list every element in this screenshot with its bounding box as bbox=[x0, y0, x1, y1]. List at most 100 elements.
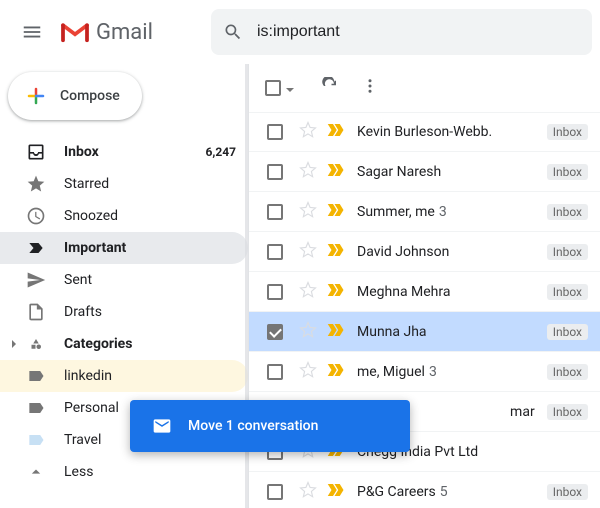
thread-count: 3 bbox=[439, 204, 447, 220]
important-icon bbox=[26, 238, 46, 258]
star-icon bbox=[26, 174, 46, 194]
important-marker[interactable] bbox=[327, 243, 345, 261]
chevron-down-icon[interactable] bbox=[285, 83, 295, 93]
sidebar-item-label: linkedin bbox=[64, 368, 236, 384]
sidebar-item-label: Snoozed bbox=[64, 208, 236, 224]
sidebar-item-sent[interactable]: Sent bbox=[0, 264, 248, 296]
gmail-m-icon bbox=[60, 20, 90, 44]
toast-text: Move 1 conversation bbox=[188, 418, 318, 434]
select-all[interactable] bbox=[265, 80, 295, 96]
compose-label: Compose bbox=[60, 88, 120, 104]
move-toast[interactable]: Move 1 conversation bbox=[130, 400, 410, 452]
inbox-badge: Inbox bbox=[547, 364, 588, 380]
email-row[interactable]: P&G Careers5 Inbox bbox=[249, 472, 600, 508]
star-button[interactable] bbox=[299, 281, 317, 303]
thread-count: 3 bbox=[429, 364, 437, 380]
gmail-logo[interactable]: Gmail bbox=[60, 20, 153, 45]
thread-count: 5 bbox=[440, 484, 448, 500]
star-button[interactable] bbox=[299, 241, 317, 263]
tag-icon bbox=[26, 398, 46, 418]
sidebar-item-label: Drafts bbox=[64, 304, 236, 320]
categories-icon bbox=[26, 334, 46, 354]
sidebar-item-label: Categories bbox=[64, 336, 248, 352]
sidebar-item-important[interactable]: Important bbox=[0, 232, 248, 264]
email-checkbox[interactable] bbox=[267, 364, 283, 380]
email-checkbox[interactable] bbox=[267, 204, 283, 220]
email-row[interactable]: Meghna Mehra Inbox bbox=[249, 272, 600, 312]
sidebar-item-categories[interactable]: Categories bbox=[0, 328, 248, 360]
gmail-logo-text: Gmail bbox=[96, 20, 153, 45]
email-row[interactable]: Summer, me3 Inbox bbox=[249, 192, 600, 232]
search-bar[interactable] bbox=[211, 9, 592, 55]
refresh-button[interactable] bbox=[321, 77, 339, 99]
caret-right-icon bbox=[8, 338, 20, 350]
star-button[interactable] bbox=[299, 161, 317, 183]
inbox-badge: Inbox bbox=[547, 244, 588, 260]
header: Gmail bbox=[0, 0, 600, 64]
important-marker[interactable] bbox=[327, 363, 345, 381]
sidebar-item-label: Starred bbox=[64, 176, 236, 192]
inbox-badge: Inbox bbox=[547, 164, 588, 180]
plus-icon bbox=[24, 84, 48, 108]
refresh-icon bbox=[321, 77, 339, 95]
search-input[interactable] bbox=[257, 23, 580, 41]
sender: Munna Jha bbox=[357, 324, 539, 340]
sidebar-item-inbox[interactable]: Inbox 6,247 bbox=[0, 136, 248, 168]
sidebar-item-less[interactable]: Less bbox=[0, 456, 248, 488]
sidebar-item-label: Important bbox=[64, 240, 236, 256]
important-marker[interactable] bbox=[327, 283, 345, 301]
more-button[interactable] bbox=[361, 77, 379, 99]
inbox-badge: Inbox bbox=[547, 404, 588, 420]
inbox-badge: Inbox bbox=[547, 124, 588, 140]
tag-icon bbox=[26, 366, 46, 386]
toolbar bbox=[249, 64, 600, 112]
important-marker[interactable] bbox=[327, 123, 345, 141]
compose-button[interactable]: Compose bbox=[8, 72, 142, 120]
email-checkbox[interactable] bbox=[267, 324, 283, 340]
important-marker[interactable] bbox=[327, 203, 345, 221]
email-checkbox[interactable] bbox=[267, 164, 283, 180]
menu-button[interactable] bbox=[8, 8, 56, 56]
email-row[interactable]: Munna Jha Inbox bbox=[249, 312, 600, 352]
email-checkbox[interactable] bbox=[267, 484, 283, 500]
email-checkbox[interactable] bbox=[267, 284, 283, 300]
email-row[interactable]: me, Miguel3 Inbox bbox=[249, 352, 600, 392]
sidebar-item-label: Less bbox=[64, 464, 236, 480]
star-button[interactable] bbox=[299, 361, 317, 383]
inbox-icon bbox=[26, 142, 46, 162]
star-button[interactable] bbox=[299, 481, 317, 503]
star-button[interactable] bbox=[299, 201, 317, 223]
drafts-icon bbox=[26, 302, 46, 322]
important-marker[interactable] bbox=[327, 483, 345, 501]
more-vert-icon bbox=[361, 77, 379, 95]
inbox-count: 6,247 bbox=[206, 145, 237, 159]
sidebar-category-linkedin[interactable]: linkedin bbox=[0, 360, 248, 392]
hamburger-icon bbox=[21, 21, 43, 43]
sender: me, Miguel3 bbox=[357, 364, 539, 380]
email-checkbox[interactable] bbox=[267, 244, 283, 260]
sidebar-item-label: Inbox bbox=[64, 144, 206, 160]
star-button[interactable] bbox=[299, 321, 317, 343]
sender: Sagar Naresh bbox=[357, 164, 539, 180]
email-checkbox[interactable] bbox=[267, 124, 283, 140]
sent-icon bbox=[26, 270, 46, 290]
email-row[interactable]: Kevin Burleson-Webb. Inbox bbox=[249, 112, 600, 152]
email-row[interactable]: David Johnson Inbox bbox=[249, 232, 600, 272]
search-icon bbox=[223, 22, 243, 42]
sidebar-item-drafts[interactable]: Drafts bbox=[0, 296, 248, 328]
star-button[interactable] bbox=[299, 121, 317, 143]
mail-icon bbox=[152, 416, 172, 436]
select-all-checkbox[interactable] bbox=[265, 80, 281, 96]
important-marker[interactable] bbox=[327, 163, 345, 181]
inbox-badge: Inbox bbox=[547, 204, 588, 220]
inbox-badge: Inbox bbox=[547, 324, 588, 340]
sender: Summer, me3 bbox=[357, 204, 539, 220]
chevron-up-icon bbox=[26, 462, 46, 482]
sidebar-item-starred[interactable]: Starred bbox=[0, 168, 248, 200]
sidebar-item-snoozed[interactable]: Snoozed bbox=[0, 200, 248, 232]
sender: Meghna Mehra bbox=[357, 284, 539, 300]
important-marker[interactable] bbox=[327, 323, 345, 341]
inbox-badge: Inbox bbox=[547, 284, 588, 300]
email-row[interactable]: Sagar Naresh Inbox bbox=[249, 152, 600, 192]
sender: David Johnson bbox=[357, 244, 539, 260]
